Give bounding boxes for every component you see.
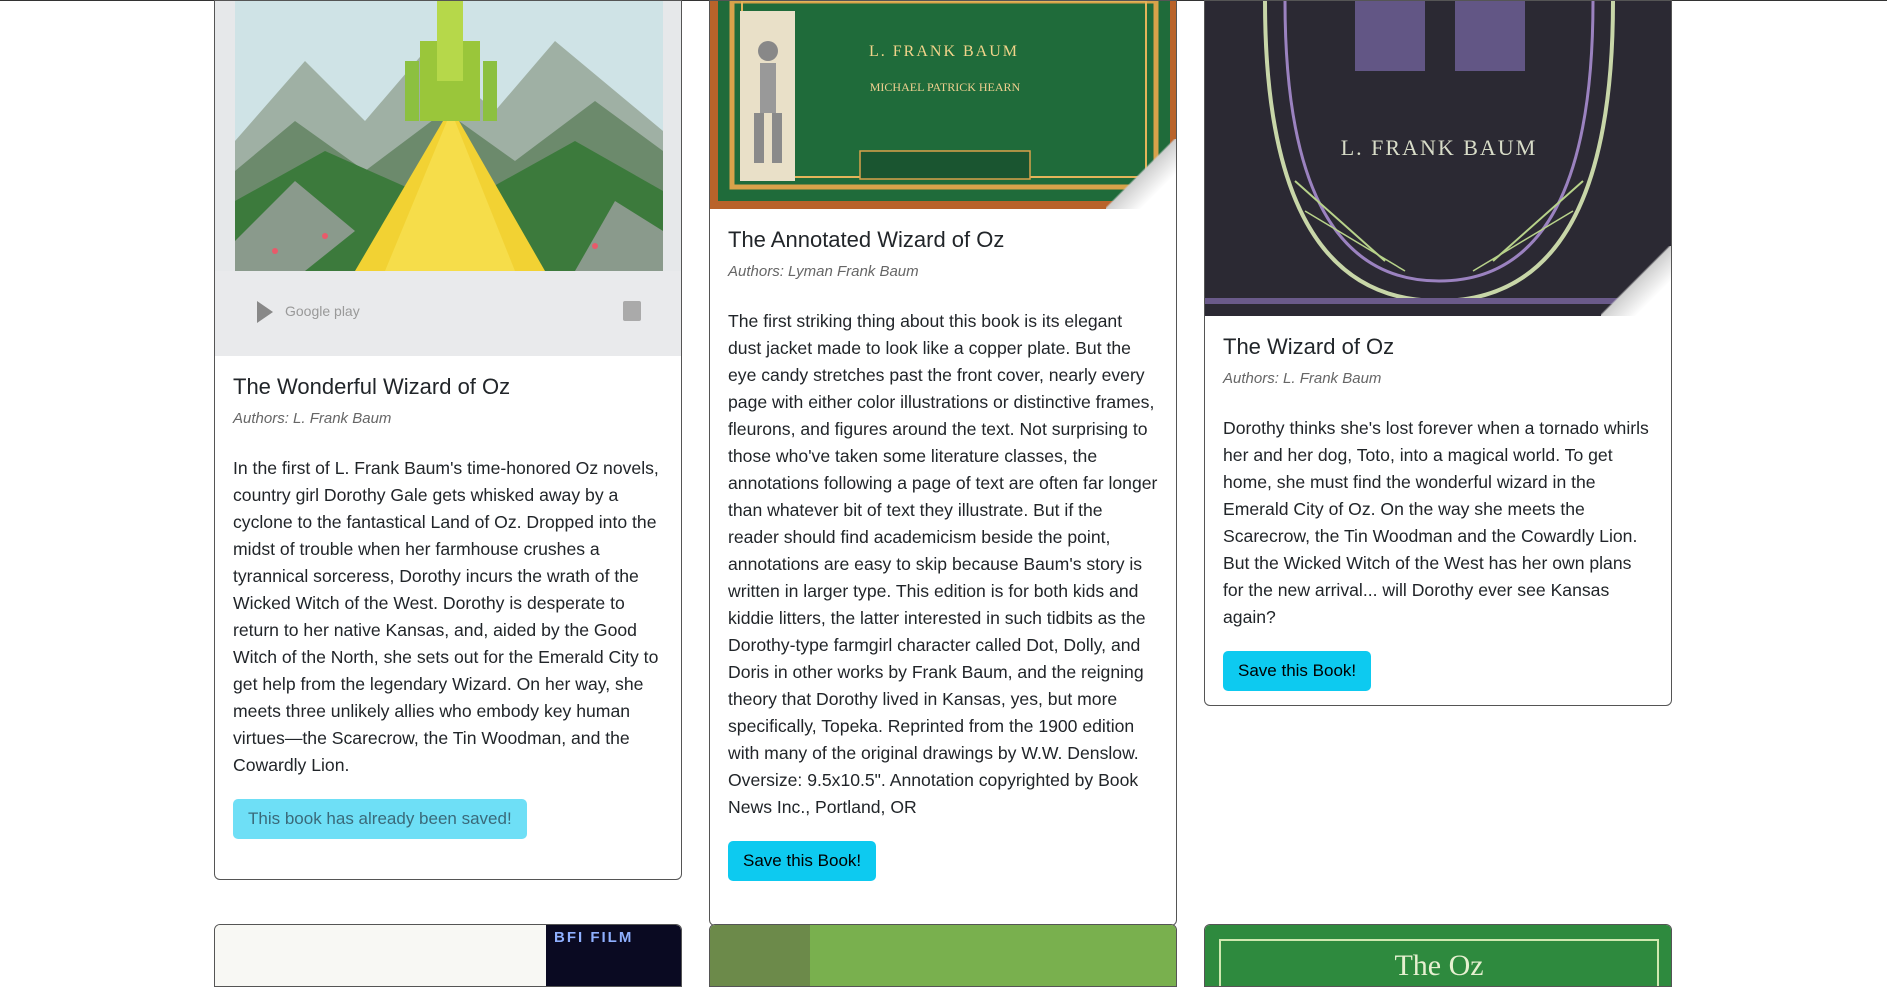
card-body: The Annotated Wizard of Oz Authors: Lyma… — [710, 209, 1176, 897]
cover-title-text: The Oz — [1394, 949, 1484, 982]
book-title: The Wonderful Wizard of Oz — [233, 374, 511, 399]
book-card-next-2 — [709, 924, 1177, 987]
book-title: The Wizard of Oz — [1223, 334, 1395, 359]
book-authors: Authors: L. Frank Baum — [1223, 370, 1382, 388]
book-card-wonderful-wizard: Google play The Wonderful Wizard of Oz A… — [214, 0, 682, 880]
book-description: In the first of L. Frank Baum's time-hon… — [233, 458, 659, 776]
card-body: The Wonderful Wizard of Oz Authors: L. F… — [215, 356, 681, 855]
cover-bfi-text: BFI FILM — [554, 929, 634, 946]
svg-text:MICHAEL PATRICK HEARN: MICHAEL PATRICK HEARN — [870, 80, 1021, 94]
book-cover-image: Google play — [215, 1, 681, 356]
book-description: The first striking thing about this book… — [728, 311, 1158, 818]
save-book-button[interactable]: Save this Book! — [1223, 651, 1372, 692]
cover-banner: BFI FILM — [546, 925, 681, 986]
save-book-button[interactable]: Save this Book! — [728, 841, 877, 882]
cover-author-text: L. FRANK BAUM — [868, 43, 1019, 60]
book-cover-image: L. FRANK BAUM — [1205, 1, 1671, 316]
book-cover-image — [810, 925, 1176, 986]
page-curl — [1106, 139, 1176, 209]
page-curl — [1601, 246, 1671, 316]
book-card-wizard-of-oz: L. FRANK BAUM The Wizard of Oz Authors: … — [1204, 0, 1672, 706]
book-title: The Annotated Wizard of Oz — [728, 227, 1005, 252]
card-body: The Wizard of Oz Authors: L. Frank Baum … — [1205, 316, 1671, 705]
book-card-annotated-wizard: MICHAEL PATRICK HEARN L. FRANK BAUM The … — [709, 0, 1177, 926]
book-card-next-1: BFI FILM — [214, 924, 682, 987]
book-authors: Authors: Lyman Frank Baum — [728, 263, 919, 281]
book-authors: Authors: L. Frank Baum — [233, 410, 392, 428]
book-card-next-3: The Oz — [1204, 924, 1672, 987]
book-cover-image: MICHAEL PATRICK HEARN L. FRANK BAUM — [710, 1, 1176, 209]
cover-spine — [710, 925, 810, 986]
already-saved-button[interactable]: This book has already been saved! — [233, 799, 527, 840]
book-description: Dorothy thinks she's lost forever when a… — [1223, 418, 1649, 628]
google-play-badge: Google play — [285, 303, 360, 319]
cover-author-text: L. FRANK BAUM — [1340, 135, 1538, 160]
